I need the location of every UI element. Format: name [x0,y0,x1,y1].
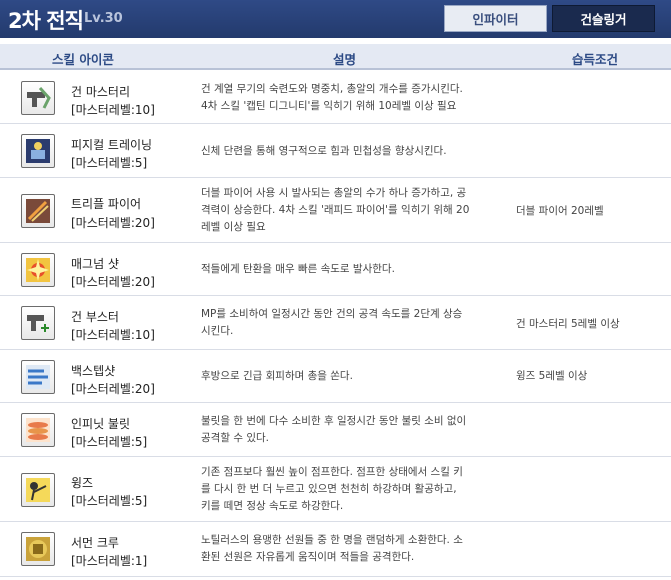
summon-crew-icon [21,532,55,566]
skill-master-level: [마스터레벨:1] [71,554,148,568]
gun-booster-icon [21,306,55,340]
triple-fire-icon [21,194,55,228]
backstep-shot-icon [21,360,55,394]
skill-name: 서먼 크루 [71,536,119,550]
skill-row: 백스텝샷 [마스터레벨:20] 후방으로 긴급 회피하며 총을 쏜다. 윙즈 5… [0,351,671,403]
skill-master-level: [마스터레벨:5] [71,156,148,170]
tab-gunslinger[interactable]: 건슬링거 [552,5,655,32]
skill-row: 인피닛 불릿 [마스터레벨:5] 불릿을 한 번에 다수 소비한 후 일정시간 … [0,404,671,457]
tab-infighter[interactable]: 인파이터 [444,5,547,32]
skill-description: 더블 파이어 사용 시 발사되는 총알의 수가 하나 증가하고, 공 격력이 상승… [201,187,470,233]
magnum-shot-icon [21,253,55,287]
skill-master-level: [마스터레벨:20] [71,382,155,396]
skill-description: 적들에게 탄환을 매우 빠른 속도로 발사한다. [201,263,395,275]
skill-name: 피지컬 트레이닝 [71,138,153,152]
skill-master-level: [마스터레벨:10] [71,328,155,342]
physical-training-icon [21,134,55,168]
skill-description: MP를 소비하여 일정시간 동안 건의 공격 속도를 2단계 상승 시킨다. [201,308,463,337]
skill-name: 건 마스터리 [71,85,131,99]
skill-master-level: [마스터레벨:10] [71,103,155,117]
skill-description: 기존 점프보다 훨씬 높이 점프한다. 점프한 상태에서 스킬 키를 다시 한 … [201,466,463,512]
wings-icon [21,473,55,507]
skill-row: 건 마스터리 [마스터레벨:10] 건 계열 무기의 숙련도와 명중치, 총알의… [0,72,671,124]
skill-description: 신체 단련을 통해 영구적으로 힘과 민첩성을 향상시킨다. [201,145,447,157]
skill-name: 백스텝샷 [71,364,116,378]
skill-description: 노틸러스의 용맹한 선원들 중 한 명을 랜덤하게 소환한다. 소 환된 선원은 … [201,534,463,563]
column-condition: 습득조건 [572,52,619,67]
skill-description: 불릿을 한 번에 다수 소비한 후 일정시간 동안 불릿 소비 없이 공격할 수 … [201,415,467,444]
skill-condition: 더블 파이어 20레벨 [516,205,604,217]
skill-description: 후방으로 긴급 회피하며 총을 쏜다. [201,370,353,382]
infinite-bullet-icon [21,413,55,447]
skill-row: 피지컬 트레이닝 [마스터레벨:5] 신체 단련을 통해 영구적으로 힘과 민첩… [0,125,671,178]
level-label: Lv.30 [84,11,123,26]
skill-name: 윙즈 [71,476,94,490]
skill-name: 매그넘 샷 [71,257,119,271]
skill-name: 인피닛 불릿 [71,417,131,431]
column-description: 설명 [333,52,357,67]
page-header: 2차 전직 Lv.30 인파이터 건슬링거 [0,0,671,38]
skill-name: 건 부스터 [71,310,119,324]
skill-master-level: [마스터레벨:5] [71,494,148,508]
skill-row: 매그넘 샷 [마스터레벨:20] 적들에게 탄환을 매우 빠른 속도로 발사한다… [0,244,671,296]
skill-master-level: [마스터레벨:20] [71,216,155,230]
skill-row: 건 부스터 [마스터레벨:10] MP를 소비하여 일정시간 동안 건의 공격 … [0,297,671,350]
skill-row: 서먼 크루 [마스터레벨:1] 노틸러스의 용맹한 선원들 중 한 명을 랜덤하… [0,523,671,577]
skill-condition: 윙즈 5레벨 이상 [516,370,588,382]
skill-row: 윙즈 [마스터레벨:5] 기존 점프보다 훨씬 높이 점프한다. 점프한 상태에… [0,458,671,522]
skill-condition: 건 마스터리 5레벨 이상 [516,318,620,330]
column-skill-icon: 스킬 아이콘 [52,52,114,67]
skill-master-level: [마스터레벨:20] [71,275,155,289]
gun-mastery-icon [21,81,55,115]
skill-row: 트리플 파이어 [마스터레벨:20] 더블 파이어 사용 시 발사되는 총알의 … [0,179,671,243]
skill-description: 건 계열 무기의 숙련도와 명중치, 총알의 개수를 증가시킨다. 4차 스킬 '… [201,83,463,112]
skill-master-level: [마스터레벨:5] [71,435,148,449]
column-header: 스킬 아이콘 설명 습득조건 [0,44,671,70]
page-title: 2차 전직 [8,9,84,33]
skill-name: 트리플 파이어 [71,197,142,211]
